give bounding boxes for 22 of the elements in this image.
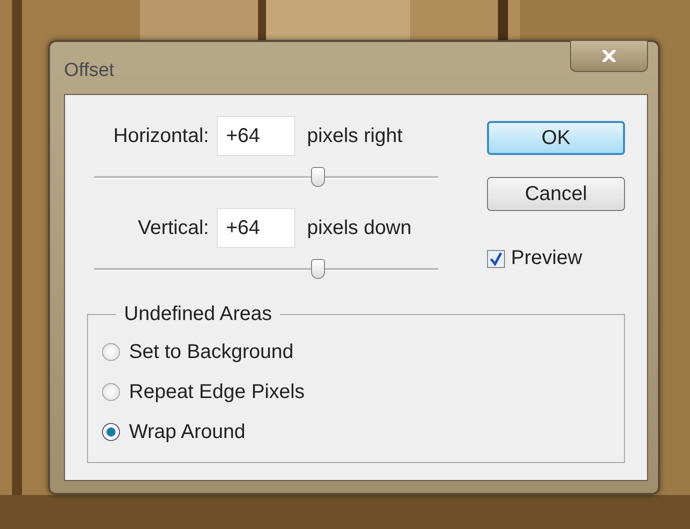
radio-button[interactable] — [102, 423, 120, 441]
input-field[interactable]: +64 — [217, 208, 295, 248]
dialog-button[interactable]: Cancel — [487, 177, 625, 211]
slider[interactable] — [94, 257, 438, 281]
checkbox[interactable] — [487, 250, 505, 268]
field-label: Horizontal: — [112, 124, 209, 148]
unit-label: pixels down — [307, 216, 412, 240]
radio-label: Set to Background — [129, 340, 294, 364]
group-title: Undefined Areas — [123, 303, 273, 326]
checkbox-label: Preview — [511, 247, 582, 270]
radio-label: Repeat Edge Pixels — [129, 380, 305, 404]
field-label: Vertical: — [136, 216, 209, 240]
window-title: Offset — [64, 60, 114, 82]
close-button[interactable] — [570, 40, 648, 72]
radio-button[interactable] — [102, 343, 120, 361]
input-field[interactable]: +64 — [217, 116, 295, 156]
radio-label: Wrap Around — [129, 420, 246, 444]
unit-label: pixels right — [307, 124, 403, 148]
radio-button[interactable] — [102, 383, 120, 401]
close-icon — [602, 50, 616, 62]
dialog-button[interactable]: OK — [487, 121, 625, 155]
slider[interactable] — [94, 165, 438, 189]
